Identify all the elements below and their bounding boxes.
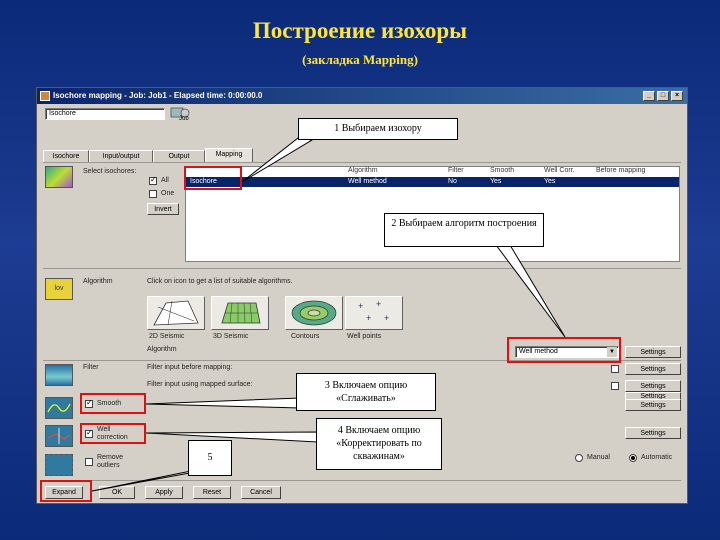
filter-icon <box>45 364 73 386</box>
highlight-isochore-row <box>184 166 242 190</box>
invert-button[interactable]: Invert <box>147 203 179 215</box>
divider-3 <box>43 480 681 481</box>
smooth-settings-button[interactable]: Settings <box>625 399 681 411</box>
job-icon-label: Job <box>179 116 189 122</box>
app-icon <box>40 91 50 101</box>
filter-using-label: Filter input using mapped surface: <box>147 381 253 388</box>
tab-label: Mapping <box>215 151 243 158</box>
slide-subtitle: (закладка Mapping) <box>302 52 418 67</box>
ok-button[interactable]: OK <box>99 486 135 499</box>
filter-using-checkbox[interactable] <box>611 382 619 390</box>
remove-outliers-icon <box>45 454 73 476</box>
tab-label: Input/output <box>102 153 140 160</box>
card-label-contours: Contours <box>291 333 320 340</box>
col-filter: Filter <box>448 167 464 174</box>
algorithm-well-points-button[interactable]: + + + + <box>345 296 403 330</box>
tab-label: Isochore <box>52 153 80 160</box>
algorithm-label: Algorithm <box>83 278 113 285</box>
filter-using-settings-button[interactable]: Settings <box>625 380 681 392</box>
algorithm-icon: lov <box>45 278 73 300</box>
card-label-well-points: Well points <box>347 333 382 340</box>
select-one-label: One <box>161 190 175 197</box>
close-button[interactable]: × <box>671 91 683 101</box>
select-all-label: All <box>161 177 169 184</box>
remove-outliers-label: Remove outliers <box>97 454 124 469</box>
callout-step-3: 3 Включаем опцию «Сглаживать» <box>296 373 436 411</box>
maximize-button[interactable]: □ <box>657 91 669 101</box>
svg-text:+: + <box>384 313 389 323</box>
tab-label: Output <box>168 153 190 160</box>
reset-button[interactable]: Reset <box>193 486 231 499</box>
highlight-algorithm-dropdown <box>507 337 621 363</box>
card-label-2d-seismic: 2D Seismic <box>149 333 185 340</box>
filter-before-checkbox[interactable] <box>611 365 619 373</box>
divider-1 <box>43 268 681 269</box>
col-smooth: Smooth <box>490 167 515 174</box>
apply-button[interactable]: Apply <box>145 486 183 499</box>
col-algorithm: Algorithm <box>348 167 378 174</box>
callout-step-2: 2 Выбираем алгоритм построения <box>384 213 544 247</box>
tab-isochore[interactable]: Isochore <box>43 150 89 162</box>
job-icon[interactable]: Job <box>169 106 195 124</box>
slide-title: Построение изохоры <box>252 18 468 43</box>
radio-manual[interactable] <box>575 454 583 462</box>
row-algorithm: Well method <box>348 178 387 185</box>
row-filter: No <box>448 178 457 185</box>
highlight-well-correction <box>80 423 146 444</box>
radio-manual-label: Manual <box>587 454 610 461</box>
job-name-value: Isochore <box>49 110 76 117</box>
filter-label: Filter <box>83 364 99 371</box>
row-smooth: Yes <box>490 178 502 185</box>
tab-divider <box>43 162 681 163</box>
remove-outliers-checkbox[interactable] <box>85 458 93 466</box>
select-all-checkbox[interactable] <box>149 175 157 185</box>
highlight-expand <box>40 480 92 502</box>
svg-text:+: + <box>376 299 381 309</box>
table-header: Algorithm Filter Smooth Well Corr. Befor… <box>186 167 679 177</box>
table-row[interactable]: Isochore Well method No Yes Yes <box>186 177 679 187</box>
algorithm-2d-seismic-button[interactable] <box>147 296 205 330</box>
minimize-button[interactable]: _ <box>643 91 655 101</box>
well-correction-settings-button[interactable]: Settings <box>625 427 681 439</box>
window-title: Isochore mapping - Job: Job1 - Elapsed t… <box>53 91 263 100</box>
tab-input-output[interactable]: Input/output <box>89 150 153 162</box>
well-correction-icon <box>45 425 73 447</box>
row-wellcorr: Yes <box>544 178 556 185</box>
callout-step-4: 4 Включаем опцию «Корректировать по сква… <box>316 418 442 470</box>
select-isochores-label: Select isochores: <box>83 168 137 175</box>
highlight-smooth <box>80 393 146 414</box>
filter-before-settings-button[interactable]: Settings <box>625 363 681 375</box>
algorithm-contours-button[interactable] <box>285 296 343 330</box>
card-label-3d-seismic: 3D Seismic <box>213 333 249 340</box>
window-controls: _ □ × <box>643 91 683 101</box>
job-name-field[interactable]: Isochore <box>45 108 165 120</box>
smooth-icon <box>45 397 73 419</box>
radio-automatic[interactable] <box>629 454 637 462</box>
algorithm-section-label: Algorithm <box>147 346 177 353</box>
radio-automatic-label: Automatic <box>641 454 673 461</box>
tab-output[interactable]: Output <box>153 150 205 162</box>
cancel-button[interactable]: Cancel <box>241 486 281 499</box>
tab-mapping[interactable]: Mapping <box>205 148 253 162</box>
window-titlebar: Isochore mapping - Job: Job1 - Elapsed t… <box>37 88 687 104</box>
col-well-corr: Well Corr. <box>544 167 575 174</box>
algorithm-3d-seismic-button[interactable] <box>211 296 269 330</box>
col-before-mapping: Before mapping <box>596 167 646 174</box>
svg-text:+: + <box>358 301 363 311</box>
isochore-select-icon <box>45 166 73 188</box>
svg-text:+: + <box>366 313 371 323</box>
algorithm-hint: Click on icon to get a list of suitable … <box>147 278 293 285</box>
algorithm-settings-button[interactable]: Settings <box>625 346 681 358</box>
callout-step-5: 5 <box>188 440 232 476</box>
filter-before-label: Filter input before mapping: <box>147 364 233 371</box>
callout-step-1: 1 Выбираем изохору <box>298 118 458 140</box>
select-one-checkbox[interactable] <box>149 190 157 198</box>
